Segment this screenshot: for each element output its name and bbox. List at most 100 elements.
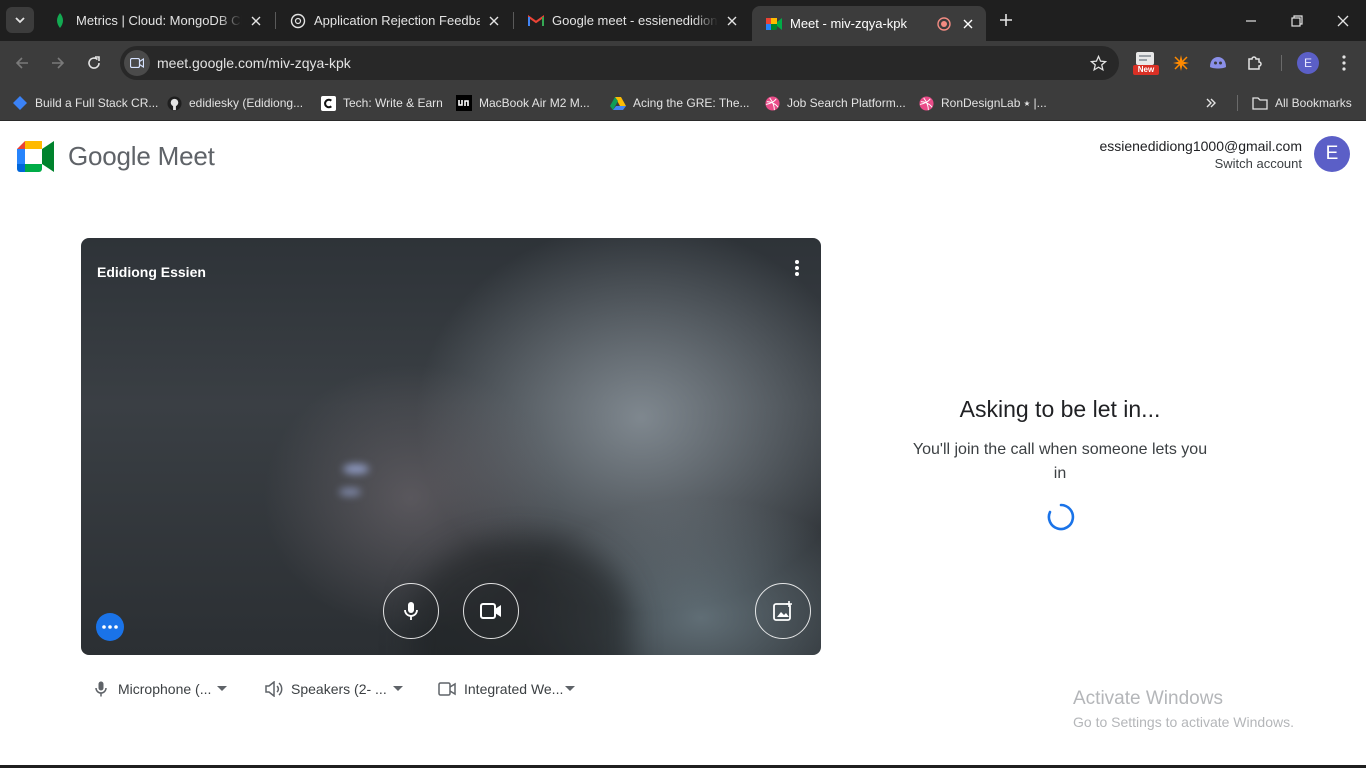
tab-close-icon[interactable] bbox=[960, 16, 976, 32]
microphone-select[interactable]: Microphone (... bbox=[92, 678, 228, 700]
bookmark-item[interactable]: Tech: Write & Earn bbox=[320, 92, 443, 114]
restore-icon bbox=[1291, 14, 1303, 27]
video-camera-icon bbox=[438, 680, 456, 698]
extension-new-badge-icon[interactable]: New bbox=[1133, 50, 1159, 76]
github-icon bbox=[166, 95, 182, 111]
video-feed-shape bbox=[411, 538, 631, 655]
minimize-button[interactable] bbox=[1228, 0, 1274, 41]
caret-down-icon bbox=[217, 684, 228, 694]
account-avatar[interactable]: E bbox=[1314, 136, 1350, 172]
google-drive-icon bbox=[610, 95, 626, 111]
tab-search-button[interactable] bbox=[6, 7, 34, 33]
arrow-left-icon bbox=[15, 57, 28, 69]
more-actions-dots-icon[interactable] bbox=[96, 613, 124, 641]
account-email: essienedidiong1000@gmail.com bbox=[1099, 138, 1302, 154]
bookmark-label: Tech: Write & Earn bbox=[343, 96, 443, 110]
bookmark-item[interactable]: edidiesky (Edidiong... bbox=[166, 92, 303, 114]
video-feed-highlight bbox=[339, 488, 361, 496]
browser-toolbar: meet.google.com/miv-zqya-kpk New E bbox=[0, 41, 1366, 85]
camera-label: Integrated We... bbox=[464, 681, 564, 697]
site-info-button[interactable] bbox=[124, 50, 150, 76]
speakers-select[interactable]: Speakers (2- ... bbox=[265, 678, 403, 700]
chatgpt-icon bbox=[290, 13, 306, 29]
bookmark-item[interactable]: Job Search Platform... bbox=[764, 92, 906, 114]
microphone-label: Microphone (... bbox=[118, 681, 212, 697]
bookmark-label: Build a Full Stack CR... bbox=[35, 96, 159, 110]
bookmark-item[interactable]: MacBook Air M2 M... bbox=[456, 92, 590, 114]
google-meet-logo[interactable]: Google Meet bbox=[17, 141, 215, 172]
video-feed-highlight bbox=[343, 464, 369, 474]
close-icon bbox=[1337, 15, 1349, 26]
dribbble-icon bbox=[918, 95, 934, 111]
tab-title: Google meet - essienedidiong1000@gmail.c… bbox=[552, 13, 718, 28]
caret-down-icon bbox=[565, 684, 576, 694]
un-logo-icon bbox=[456, 95, 472, 111]
back-button[interactable] bbox=[8, 49, 36, 77]
camera-toggle-button[interactable] bbox=[463, 583, 519, 639]
caret-down-icon bbox=[392, 684, 403, 694]
bookmark-item[interactable]: Acing the GRE: The... bbox=[610, 92, 750, 114]
tab-close-icon[interactable] bbox=[248, 13, 264, 29]
bookmarks-overflow-chevron-icon[interactable] bbox=[1202, 94, 1220, 112]
microphone-toggle-button[interactable] bbox=[383, 583, 439, 639]
more-options-icon[interactable] bbox=[786, 256, 808, 280]
bookmark-label: edidiesky (Edidiong... bbox=[189, 96, 304, 110]
mongodb-leaf-icon bbox=[52, 12, 68, 29]
browser-tab-strip: Metrics | Cloud: MongoDB Cloud Applicati… bbox=[0, 0, 1366, 41]
google-meet-icon bbox=[17, 141, 54, 172]
watermark-line-1: Activate Windows bbox=[1073, 688, 1223, 709]
spark-extension-icon[interactable] bbox=[1169, 51, 1193, 75]
copilot-extension-icon[interactable] bbox=[1206, 51, 1230, 75]
tab-title: Application Rejection Feedback bbox=[314, 13, 480, 28]
browser-tab-chatgpt[interactable]: Application Rejection Feedback bbox=[276, 0, 512, 41]
watermark-line-2: Go to Settings to activate Windows. bbox=[1073, 714, 1294, 730]
minimize-icon bbox=[1246, 19, 1256, 22]
brand-title: Google Meet bbox=[68, 141, 215, 171]
bookmark-star-icon[interactable] bbox=[1089, 54, 1107, 72]
video-camera-icon bbox=[130, 58, 144, 68]
address-bar[interactable]: meet.google.com/miv-zqya-kpk bbox=[120, 46, 1119, 80]
switch-account-link[interactable]: Switch account bbox=[1099, 156, 1302, 171]
bookmark-label: Acing the GRE: The... bbox=[633, 96, 750, 110]
loading-spinner-icon bbox=[1047, 503, 1075, 531]
browser-tab-mongodb[interactable]: Metrics | Cloud: MongoDB Cloud bbox=[38, 0, 274, 41]
profile-avatar-button[interactable]: E bbox=[1297, 52, 1319, 74]
url-text[interactable]: meet.google.com/miv-zqya-kpk bbox=[157, 55, 351, 71]
all-bookmarks-button[interactable]: All Bookmarks bbox=[1252, 92, 1352, 114]
folder-icon bbox=[1252, 95, 1268, 111]
bookmark-item[interactable]: RonDesignLab ⭑ |... bbox=[918, 92, 1047, 114]
bookmark-label: Job Search Platform... bbox=[787, 96, 906, 110]
kebab-menu-icon[interactable] bbox=[1332, 51, 1356, 75]
visual-effects-icon bbox=[773, 601, 792, 621]
new-tab-button[interactable] bbox=[994, 8, 1018, 32]
camera-select[interactable]: Integrated We... bbox=[438, 678, 576, 700]
bookmarks-bar: Build a Full Stack CR... edidiesky (Edid… bbox=[0, 85, 1366, 121]
microphone-icon bbox=[92, 680, 110, 698]
bookmark-label: MacBook Air M2 M... bbox=[479, 96, 590, 110]
extensions-puzzle-icon[interactable] bbox=[1243, 51, 1267, 75]
recording-indicator-icon bbox=[936, 16, 952, 32]
forward-button[interactable] bbox=[44, 49, 72, 77]
windows-activation-watermark: Activate Windows Go to Settings to activ… bbox=[1073, 688, 1294, 730]
browser-tab-meet[interactable]: Meet - miv-zqya-kpk bbox=[752, 6, 986, 41]
google-meet-icon bbox=[766, 16, 782, 32]
self-video-preview: Edidiong Essien bbox=[81, 238, 821, 655]
restore-button[interactable] bbox=[1274, 0, 1320, 41]
tab-close-icon[interactable] bbox=[486, 13, 502, 29]
visual-effects-button[interactable] bbox=[755, 583, 811, 639]
account-info: essienedidiong1000@gmail.com Switch acco… bbox=[1099, 138, 1302, 171]
participant-name: Edidiong Essien bbox=[97, 264, 206, 280]
bookmark-label: RonDesignLab ⭑ |... bbox=[941, 95, 1047, 110]
tab-title: Metrics | Cloud: MongoDB Cloud bbox=[76, 13, 242, 28]
extension-new-badge: New bbox=[1137, 65, 1155, 74]
browser-tab-gmail[interactable]: Google meet - essienedidiong1000@gmail.c… bbox=[514, 0, 750, 41]
reload-button[interactable] bbox=[80, 49, 108, 77]
join-status-subtitle: You'll join the call when someone lets y… bbox=[912, 441, 1208, 482]
tab-close-icon[interactable] bbox=[724, 13, 740, 29]
diamond-icon bbox=[12, 95, 28, 111]
join-status-title: Asking to be let in... bbox=[959, 396, 1161, 422]
speakers-label: Speakers (2- ... bbox=[291, 681, 387, 697]
gmail-icon bbox=[528, 13, 544, 29]
bookmark-item[interactable]: Build a Full Stack CR... bbox=[12, 92, 158, 114]
close-window-button[interactable] bbox=[1320, 0, 1366, 41]
